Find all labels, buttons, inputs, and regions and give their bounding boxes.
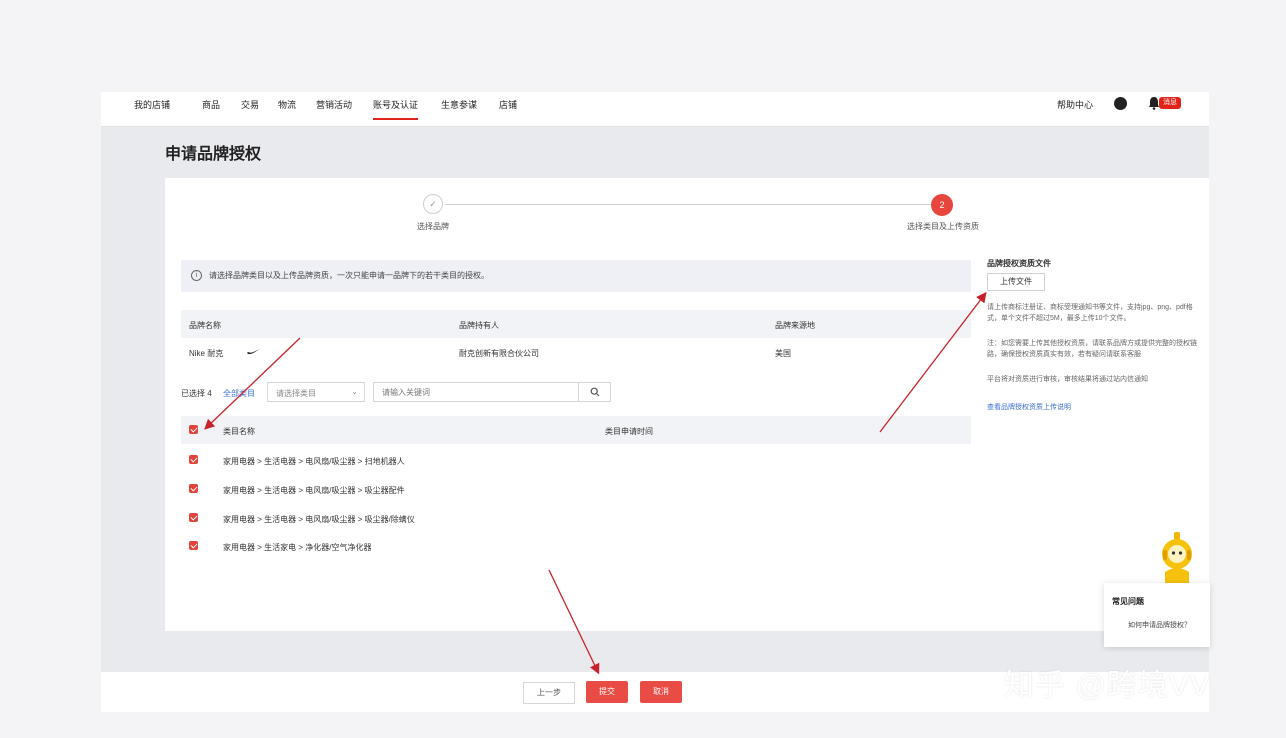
brand-name: Nike 耐克 — [189, 349, 224, 358]
nav-item-account-label: 账号及认证 — [373, 100, 419, 110]
upload-file-button[interactable]: 上传文件 — [987, 273, 1045, 291]
brand-holder-header: 品牌持有人 — [459, 321, 499, 330]
search-icon — [590, 387, 600, 397]
watermark: 知乎 @跨境VV — [1004, 669, 1211, 702]
step-2-label: 选择类目及上传资质 — [907, 222, 979, 231]
submit-button[interactable]: 提交 — [586, 681, 628, 703]
app-window: 我的店铺 商品 交易 物流 营销活动 账号及认证 生意参谋 店铺 帮助中心 消息… — [101, 92, 1209, 712]
top-navigation-bar: 我的店铺 商品 交易 物流 营销活动 账号及认证 生意参谋 店铺 帮助中心 消息 — [101, 92, 1209, 127]
category-path: 家用电器 > 生活电器 > 电风扇/吸尘器 > 吸尘器/除螨仪 — [223, 515, 415, 524]
brand-table-header: 品牌名称 品牌持有人 品牌来源地 — [181, 310, 971, 338]
info-notice-text: 请选择品牌类目以及上传品牌资质，一次只能申请一品牌下的若干类目的授权。 — [209, 271, 489, 280]
brand-origin: 美国 — [775, 349, 791, 358]
select-all-checkbox[interactable] — [189, 425, 198, 434]
nav-item-business-advisor[interactable]: 生意参谋 — [441, 98, 477, 118]
nav-item-orders[interactable]: 交易 — [241, 98, 259, 118]
selected-count: 已选择 4 — [181, 389, 212, 398]
avatar[interactable] — [1114, 97, 1127, 110]
help-center-link[interactable]: 帮助中心 — [1057, 98, 1093, 111]
category-select-placeholder: 请选择类目 — [276, 389, 316, 398]
category-select[interactable]: 请选择类目 ⌄ — [267, 382, 365, 402]
table-row[interactable]: 家用电器 > 生活电器 > 电风扇/吸尘器 > 吸尘器配件 — [181, 475, 971, 503]
qualification-review-note: 平台将对资质进行审核，审核结果将通过站内信通知 — [987, 376, 1148, 383]
step-2-indicator: 2 — [931, 194, 953, 216]
nav-item-account[interactable]: 账号及认证 — [373, 98, 419, 120]
chevron-down-icon: ⌄ — [351, 387, 358, 396]
category-search-input[interactable] — [373, 382, 579, 402]
previous-step-button[interactable]: 上一步 — [523, 682, 575, 704]
row-checkbox[interactable] — [189, 455, 198, 464]
qualification-note: 注：如您需要上传其他授权资质，请联系品牌方或提供完整的授权链路，确保授权资质真实… — [987, 340, 1197, 358]
row-checkbox[interactable] — [189, 541, 198, 550]
notification-badge: 消息 — [1159, 97, 1181, 109]
nav-item-shop[interactable]: 店铺 — [499, 98, 517, 118]
qualification-help-link[interactable]: 查看品牌授权资质上传说明 — [987, 402, 1071, 412]
category-path: 家用电器 > 生活家电 > 净化器/空气净化器 — [223, 543, 372, 552]
category-table-header: 类目名称 类目申请时间 — [181, 416, 971, 444]
nav-item-products[interactable]: 商品 — [202, 98, 220, 118]
table-row[interactable]: 家用电器 > 生活家电 > 净化器/空气净化器 — [181, 532, 971, 560]
table-row[interactable]: 家用电器 > 生活电器 > 电风扇/吸尘器 > 吸尘器/除螨仪 — [181, 504, 971, 532]
brand-origin-header: 品牌来源地 — [775, 321, 815, 330]
qualification-description: 请上传商标注册证、商标受理通知书等文件，支持jpg、png、pdf格式，单个文件… — [987, 304, 1193, 322]
select-all-link[interactable]: 全部类目 — [223, 388, 255, 399]
qualification-title: 品牌授权资质文件 — [987, 259, 1051, 268]
nav-item-my-store[interactable]: 我的店铺 — [134, 98, 170, 118]
nike-logo-icon — [247, 348, 261, 355]
brand-holder: 耐克创新有限合伙公司 — [459, 349, 539, 358]
main-card: ✓ 2 选择品牌 选择类目及上传资质 i 请选择品牌类目以及上传品牌资质，一次只… — [165, 178, 1209, 631]
category-path: 家用电器 > 生活电器 > 电风扇/吸尘器 > 吸尘器配件 — [223, 486, 405, 495]
row-checkbox[interactable] — [189, 484, 198, 493]
search-button[interactable] — [578, 382, 611, 402]
info-notice: i 请选择品牌类目以及上传品牌资质，一次只能申请一品牌下的若干类目的授权。 — [181, 260, 971, 292]
step-connector — [445, 204, 941, 205]
brand-name-header: 品牌名称 — [189, 321, 221, 330]
assistant-mascot-icon[interactable] — [1156, 532, 1198, 584]
step-1-check-icon: ✓ — [423, 194, 443, 214]
row-checkbox[interactable] — [189, 513, 198, 522]
info-icon: i — [191, 270, 202, 281]
category-time-header: 类目申请时间 — [605, 427, 653, 436]
category-name-header: 类目名称 — [223, 427, 255, 436]
brand-table-row: Nike 耐克 耐克创新有限合伙公司 美国 — [181, 338, 971, 366]
cancel-button[interactable]: 取消 — [640, 681, 682, 703]
nav-item-logistics[interactable]: 物流 — [278, 98, 296, 118]
nav-item-marketing[interactable]: 营销活动 — [316, 98, 352, 118]
table-row[interactable]: 家用电器 > 生活电器 > 电风扇/吸尘器 > 扫地机器人 — [181, 446, 971, 474]
page-title: 申请品牌授权 — [165, 146, 262, 163]
step-1-label: 选择品牌 — [417, 222, 449, 231]
chat-question-link[interactable]: 如何申请品牌授权？ — [1128, 620, 1191, 630]
chat-title: 常见问题 — [1112, 597, 1144, 606]
active-tab-indicator — [373, 118, 419, 120]
help-chat-popup[interactable]: 常见问题 如何申请品牌授权？ — [1104, 583, 1210, 647]
category-path: 家用电器 > 生活电器 > 电风扇/吸尘器 > 扫地机器人 — [223, 457, 405, 466]
